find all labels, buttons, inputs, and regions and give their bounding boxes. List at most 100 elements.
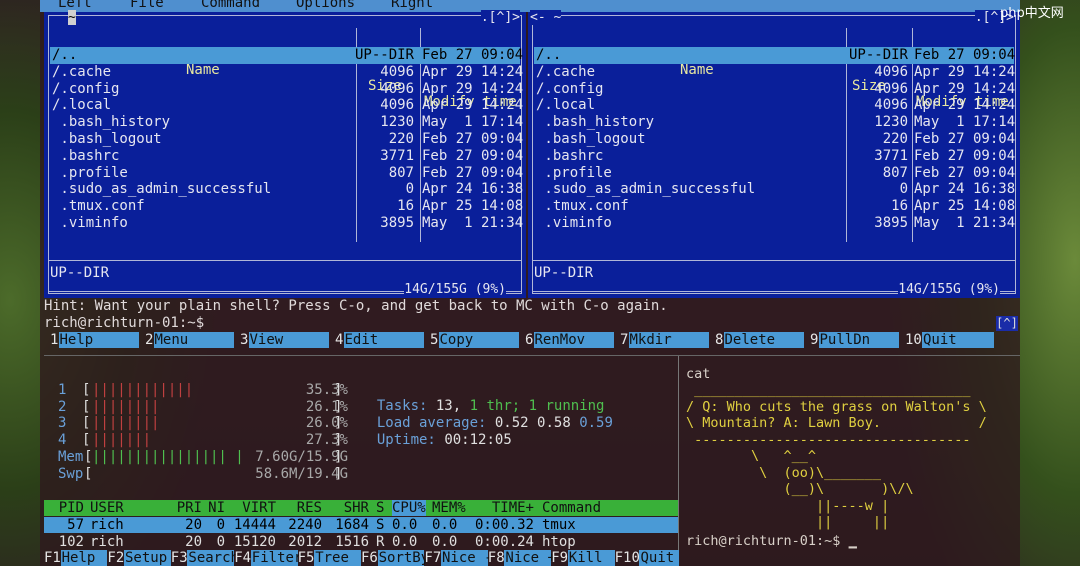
file-mtime: Apr 25 14:08 [422, 198, 524, 215]
col-pri[interactable]: PRI [177, 500, 202, 516]
left-panel[interactable]: ~ .[^]> .n Name Size Modify time /.. UP--… [44, 10, 526, 298]
file-row[interactable]: /.cache 4096 Apr 29 14:24 [534, 63, 1016, 81]
file-row[interactable]: .sudo_as_admin_successful 0 Apr 24 16:38 [50, 181, 523, 198]
file-row[interactable]: .sudo_as_admin_successful 0 Apr 24 16:38 [534, 181, 1015, 198]
file-row[interactable]: .tmux.conf 16 Apr 25 14:08 [534, 198, 1015, 215]
panel-path[interactable]: ~ [68, 10, 76, 25]
file-row[interactable]: /.. UP--DIR Feb 27 09:04 [534, 47, 1016, 64]
file-name: /.. [536, 47, 562, 63]
fkey-label: Setup [123, 550, 171, 566]
file-size: 4096 [380, 63, 414, 80]
file-row[interactable]: /.. UP--DIR Feb 27 09:04 [50, 47, 524, 64]
file-row[interactable]: .bashrc 3771 Feb 27 09:04 [50, 148, 523, 165]
file-row[interactable]: .bash_history 1230 May 1 17:14 [534, 114, 1015, 131]
htop-fkey-f7[interactable]: F7 Nice - [424, 550, 493, 566]
file-name: .bash_logout [52, 131, 162, 147]
file-name: /.local [536, 97, 596, 114]
fkey-quit[interactable]: 10 Quit [905, 332, 994, 348]
htop-fkey-f6[interactable]: F6 SortBy [361, 550, 429, 566]
file-row[interactable]: /.cache 4096 Apr 29 14:24 [50, 63, 523, 81]
cat-command: cat [686, 366, 711, 382]
process-row[interactable]: 57 rich 20 0 14444 2240 1684 S 0.0 0.0 0:00.32 tmux [44, 517, 678, 533]
file-mtime: May 1 17:14 [422, 114, 524, 131]
file-size: 0 [405, 181, 414, 198]
fkey-menu[interactable]: 2 Menu [145, 332, 234, 348]
col-res[interactable]: RES [297, 500, 322, 516]
file-row[interactable]: /.config 4096 Apr 29 14:24 [534, 81, 1015, 98]
file-row[interactable]: /.local 4096 Apr 29 14:24 [50, 97, 523, 114]
col-command[interactable]: Command [542, 500, 601, 516]
proc-user: rich [90, 517, 124, 533]
fkey-number: 7 [620, 332, 629, 348]
fkey-label: Menu [153, 332, 234, 348]
htop-fkey-f8[interactable]: F8 Nice + [488, 550, 556, 566]
file-row[interactable]: .tmux.conf 16 Apr 25 14:08 [50, 198, 524, 215]
fkey-copy[interactable]: 5 Copy [430, 332, 519, 348]
file-name: /.local [52, 97, 112, 114]
file-row[interactable]: .profile 807 Feb 27 09:04 [50, 165, 523, 182]
col-virt[interactable]: VIRT [242, 500, 276, 516]
fkey-edit[interactable]: 4 Edit [335, 332, 424, 348]
file-row[interactable]: .viminfo 3895 May 1 21:34 [534, 215, 1015, 232]
htop-fkey-f5[interactable]: F5 Tree [298, 550, 361, 566]
tmux-pane-divider[interactable] [678, 356, 679, 566]
col-ni[interactable]: NI [208, 500, 225, 516]
file-row[interactable]: .bash_logout 220 Feb 27 09:04 [50, 131, 523, 148]
menu-right[interactable]: Right [391, 0, 433, 11]
proc-mem: 0.0 [432, 533, 458, 550]
meter-bracket: ] [334, 382, 343, 398]
menu-file[interactable]: File [130, 0, 164, 11]
panel-path[interactable]: <- ~ [530, 10, 562, 25]
fkey-label: Kill [567, 550, 615, 566]
panel-header: .n Name Size Modify time [50, 30, 520, 110]
meter-bar: |||||||| [92, 415, 160, 432]
fkey-view[interactable]: 3 View [240, 332, 329, 348]
htop-fkey-f1[interactable]: F1 Help [44, 550, 108, 566]
file-mtime: Apr 29 14:24 [914, 63, 1016, 80]
file-mtime: Feb 27 09:04 [914, 47, 1016, 63]
right-panel[interactable]: <- ~ .[^]> .n Name Size Modify time /..U… [528, 10, 1020, 298]
fkey-mkdir[interactable]: 7 Mkdir [620, 332, 709, 348]
file-size: 220 [388, 131, 414, 147]
htop-fkey-f3[interactable]: F3 Search [171, 550, 239, 566]
col-s[interactable]: S [376, 500, 384, 516]
htop-fkey-f9[interactable]: F9 Kill [551, 550, 615, 566]
file-size: 1230 [874, 114, 908, 131]
col-cpu[interactable]: CPU% [392, 500, 426, 516]
col-shr[interactable]: SHR [344, 500, 369, 516]
menu-command[interactable]: Command [201, 0, 260, 11]
file-row[interactable]: /.local 4096 Apr 29 14:24 [534, 97, 1015, 114]
mc-shell-prompt[interactable]: rich@richturn-01:~$ [44, 315, 204, 331]
cow-prompt[interactable]: rich@richturn-01:~$ ▁ [686, 533, 857, 549]
file-row[interactable]: .profile 807 Feb 27 09:04 [534, 165, 1015, 182]
history-button[interactable]: [^] [996, 316, 1018, 331]
proc-cpu: 0.0 [392, 517, 418, 533]
cowsay-text: || || [686, 514, 890, 530]
fkey-help[interactable]: 1 Help [50, 332, 139, 348]
col-mem[interactable]: MEM% [432, 500, 466, 516]
col-user[interactable]: USER [90, 500, 124, 516]
file-row[interactable]: .viminfo 3895 May 1 21:34 [50, 215, 523, 232]
panel-corner[interactable]: .[^]> [480, 10, 520, 25]
fkey-label: View [248, 332, 329, 348]
col-time[interactable]: TIME+ [492, 500, 534, 516]
file-row[interactable]: .bashrc 3771 Feb 27 09:04 [534, 148, 1015, 165]
cowsay-line: || || [686, 514, 889, 530]
file-mtime: Feb 27 09:04 [422, 47, 524, 63]
process-row[interactable]: 102 rich 20 0 15120 2012 1516 R 0.0 0.0 0:00.24 hto… [44, 534, 678, 550]
file-row[interactable]: /.config 4096 Apr 29 14:24 [50, 81, 523, 98]
col-pid[interactable]: PID [59, 500, 84, 516]
htop-fkey-f4[interactable]: F4 Filter [234, 550, 302, 566]
htop-fkey-f2[interactable]: F2 Setup [107, 550, 171, 566]
file-size: 4096 [874, 63, 908, 80]
fkey-pulldn[interactable]: 9 PullDn [810, 332, 899, 348]
htop-fkey-f10[interactable]: F10 Quit [615, 550, 679, 566]
file-row[interactable]: .bash_history 1230 May 1 17:14 [50, 114, 524, 131]
meter-mem: Mem[|||||||||||||||| | 7.60G/15.9G] [58, 449, 348, 466]
process-table-header: PID USER PRI NI VIRT RES SHR S CPU% MEM% TIME+ Comm… [44, 500, 678, 516]
menu-options[interactable]: Options [296, 0, 355, 11]
fkey-delete[interactable]: 8 Delete [715, 332, 804, 348]
fkey-renmov[interactable]: 6 RenMov [525, 332, 614, 348]
file-row[interactable]: .bash_logout 220 Feb 27 09:04 [534, 131, 1015, 148]
cowsay-line: / Q: Who cuts the grass on Walton's \ [686, 399, 987, 415]
